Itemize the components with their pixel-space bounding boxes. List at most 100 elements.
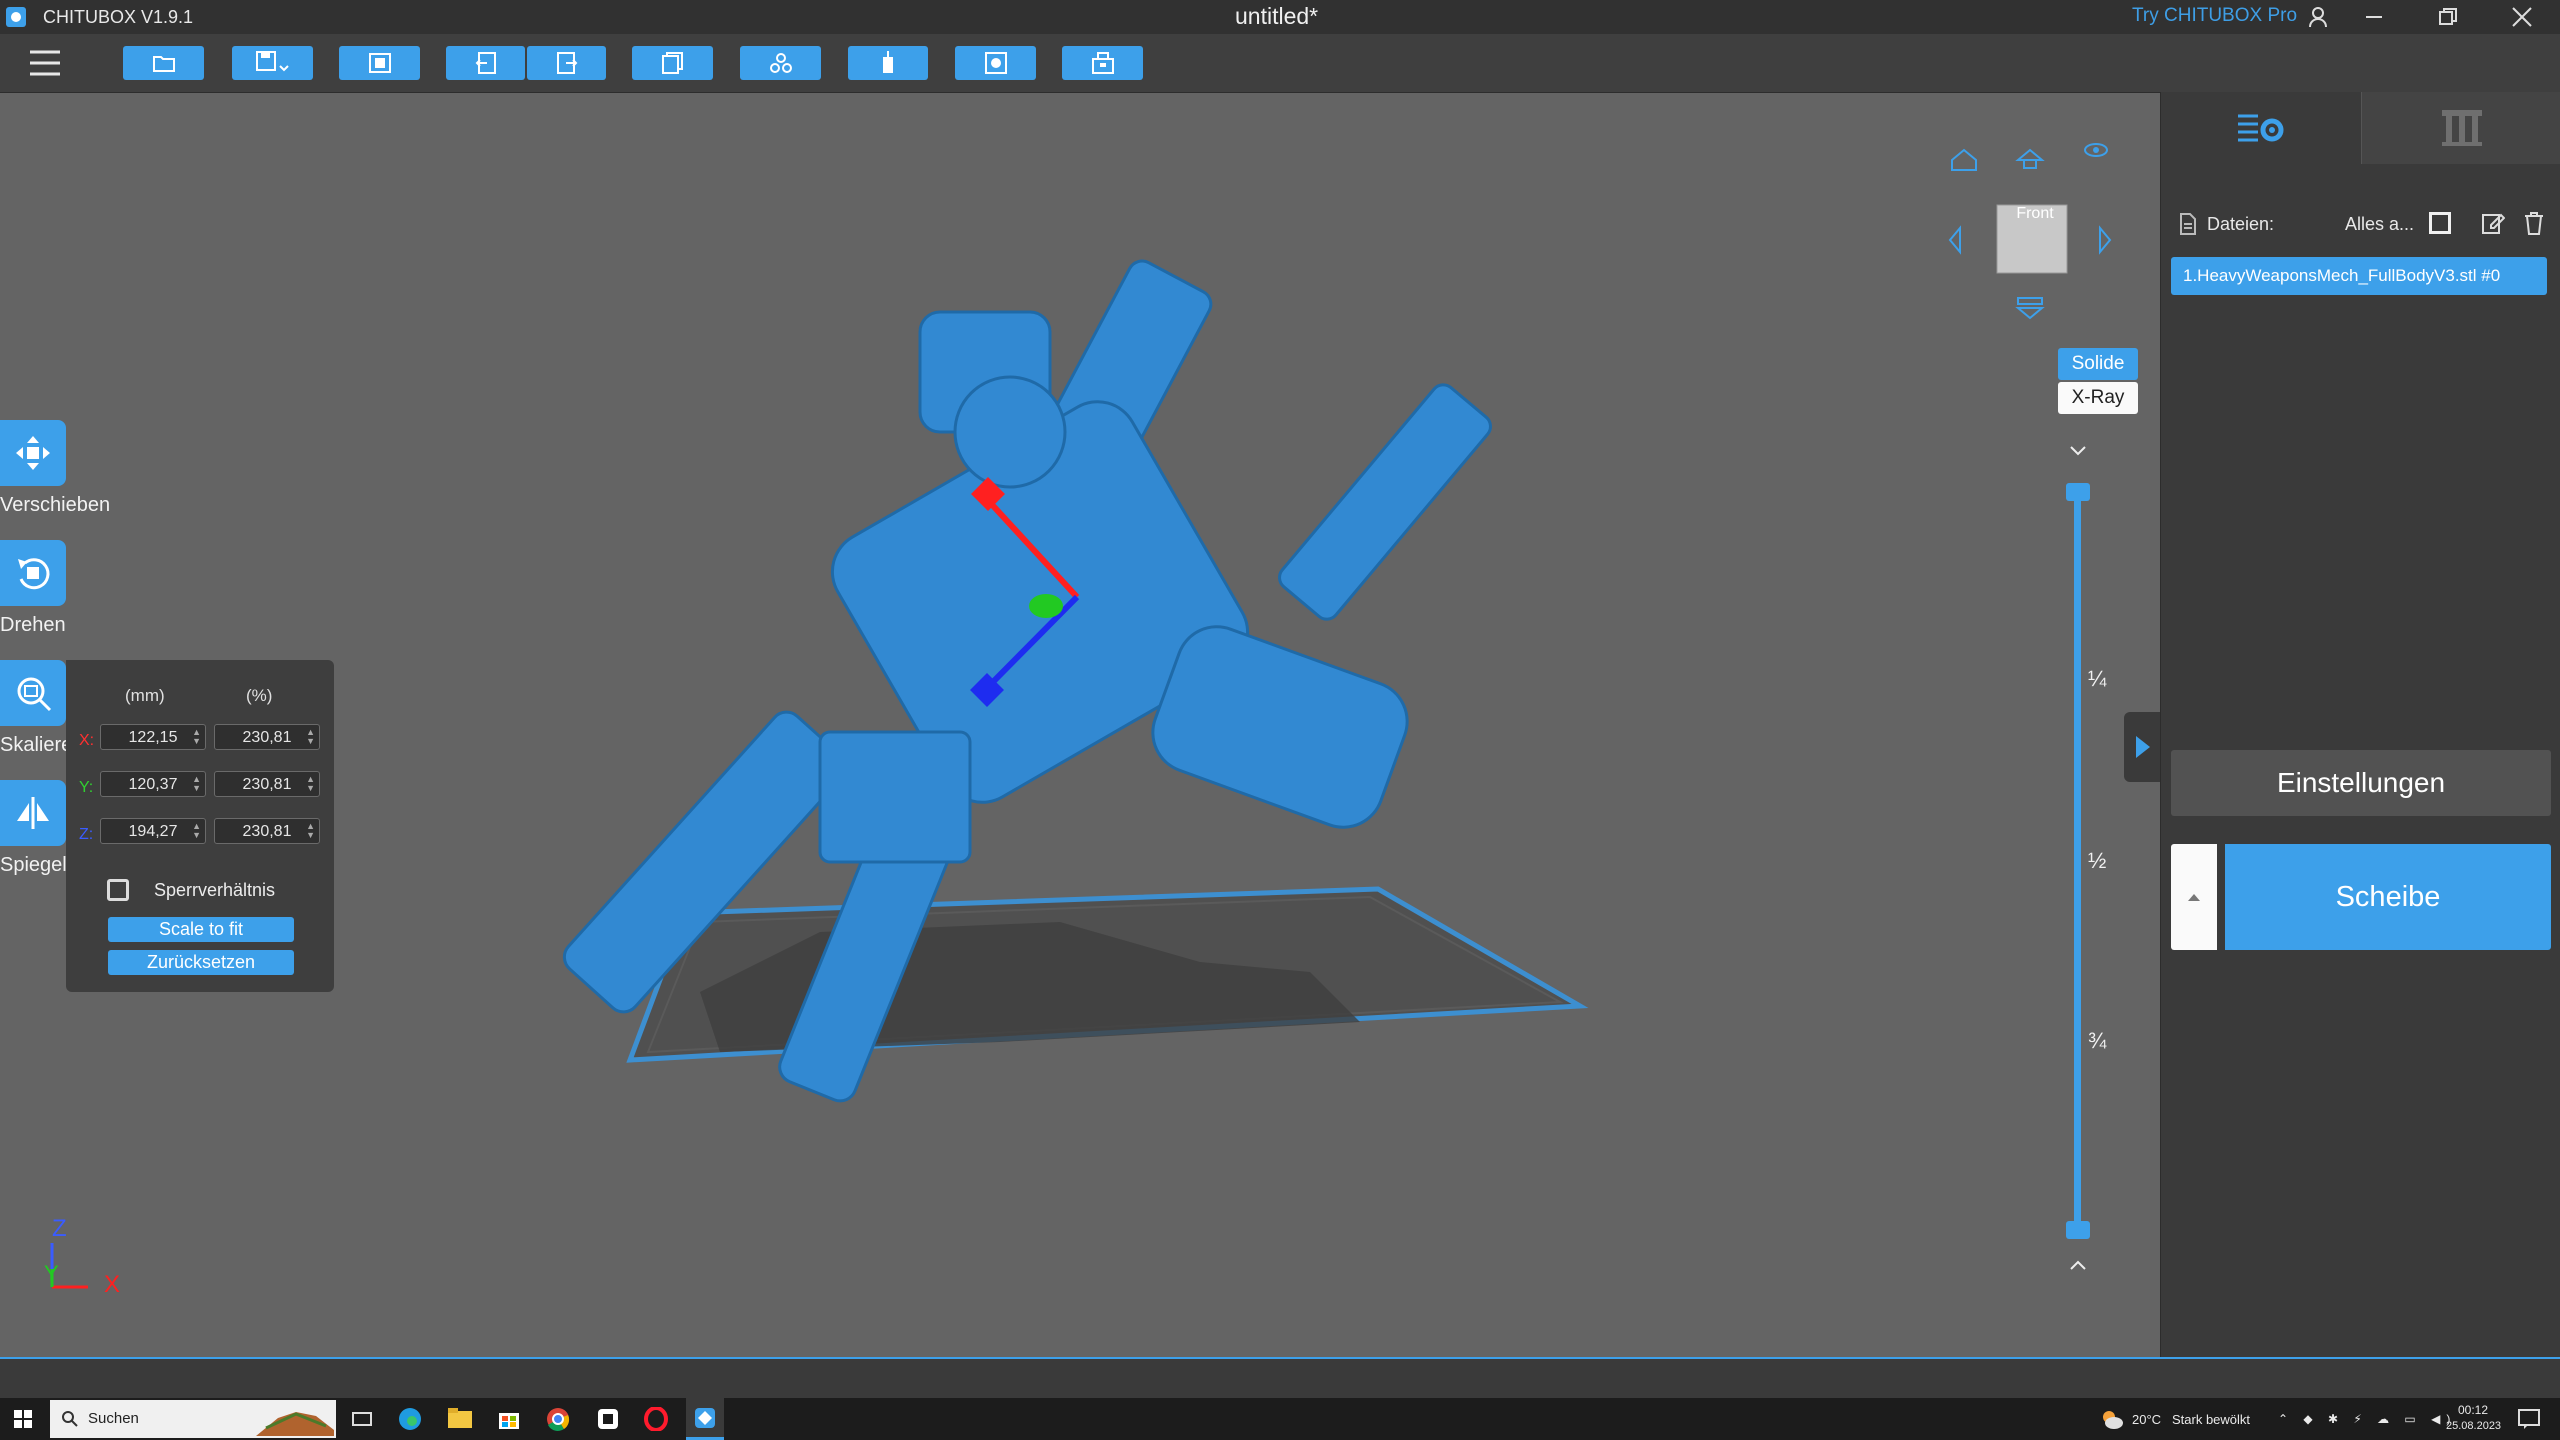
hollow-icon [984,52,1007,74]
tab-support[interactable] [2361,92,2560,164]
auto-layout-button[interactable] [339,46,420,80]
reset-button[interactable]: Zurücksetzen [108,950,294,975]
temperature-text: 20°C [2132,1412,2162,1427]
try-pro-link[interactable]: Try CHITUBOX Pro [2132,5,2297,27]
save-button[interactable] [232,46,313,80]
scale-tool-label: Skaliere [0,734,73,756]
opera-icon[interactable] [644,1407,668,1431]
tab-model-settings[interactable] [2161,92,2361,164]
layer-slider-top-handle[interactable] [2066,483,2090,501]
taskbar-search-box[interactable]: Suchen [50,1400,336,1438]
status-bar [0,1357,2560,1398]
app-title: CHITUBOX V1.9.1 [43,7,194,27]
scale-tool-button[interactable] [0,660,66,726]
minimize-button[interactable] [2344,0,2404,34]
slider-half-label: ½ [2088,848,2107,873]
weather-cloud-icon [2103,1411,2123,1429]
spinner-icon[interactable]: ▲ ▼ [306,728,315,746]
spinner-icon[interactable]: ▲ ▼ [306,822,315,840]
left-view-icon[interactable] [1948,225,1961,255]
notification-icon[interactable] [2518,1409,2540,1429]
y-axis-label: Y: [79,779,94,796]
xray-mode-button[interactable]: X-Ray [2058,382,2138,414]
chrome-icon[interactable] [546,1407,570,1431]
z-axis-letter: Z [52,1215,67,1242]
auto-layout-icon [368,53,391,73]
open-file-button[interactable] [123,46,204,80]
app-icon[interactable] [596,1407,620,1431]
z-percent-value: 230,81 [242,823,292,840]
mirror-tool-button[interactable] [0,780,66,846]
spinner-icon[interactable]: ▲ ▼ [192,822,201,840]
home-view-icon[interactable] [1951,148,1977,171]
user-icon [2309,7,2327,28]
panel-collapse-tab[interactable] [2124,712,2160,782]
arrange-button[interactable] [740,46,821,80]
rotate-tool-label: Drehen [0,614,66,636]
clock-date[interactable]: 25.08.2023 [2446,1420,2501,1432]
x-mm-input[interactable]: 122,15 ▲ ▼ [100,724,206,750]
task-view-icon[interactable] [352,1410,372,1428]
clock-time[interactable]: 00:12 [2458,1403,2488,1417]
copy-icon [661,52,683,74]
right-view-icon[interactable] [2099,225,2112,255]
windows-start-icon[interactable] [14,1410,32,1428]
y-percent-value: 230,81 [242,776,292,793]
rotate-tool-button[interactable] [0,540,66,606]
hamburger-menu-icon[interactable] [28,48,62,78]
layer-slider-bottom-handle[interactable] [2066,1221,2090,1239]
tray-icons[interactable]: ⌃ ◆ ✱ ⚡ ☁ ▭ ◀) [2278,1412,2456,1426]
solid-mode-button[interactable]: Solide [2058,348,2138,380]
close-icon [2512,7,2532,27]
title-bar: CHITUBOX V1.9.1 untitled* Try CHITUBOX P… [0,0,2560,34]
chevron-down-icon[interactable] [2068,444,2088,458]
scale-icon [17,677,52,712]
spinner-icon[interactable]: ▲ ▼ [192,775,201,793]
store-icon[interactable] [498,1408,520,1430]
caret-up-icon [2188,894,2200,901]
bottom-view-icon[interactable] [2015,307,2045,320]
move-tool-button[interactable] [0,420,66,486]
file-list-item[interactable]: 1.HeavyWeaponsMech_FullBodyV3.stl #0 [2171,257,2547,295]
spinner-icon[interactable]: ▲ ▼ [306,775,315,793]
slice-options-button[interactable] [2171,844,2217,950]
file-explorer-icon[interactable] [448,1408,472,1428]
lock-ratio-checkbox[interactable] [107,879,129,901]
z-axis-label: Z: [79,826,94,843]
user-account-button[interactable] [2288,0,2348,34]
y-axis-letter: Y [44,1261,59,1286]
top-view-icon[interactable] [2015,148,2045,161]
restore-button[interactable] [2418,0,2478,34]
restore-icon [2439,8,2457,25]
x-mm-value: 122,15 [128,729,178,746]
close-button[interactable] [2492,0,2552,34]
chevron-up-icon[interactable] [2068,1258,2088,1272]
copy-button[interactable] [632,46,713,80]
hollow-button[interactable] [955,46,1036,80]
print-button[interactable] [1062,46,1143,80]
edge-browser-icon[interactable] [398,1407,422,1431]
scale-to-fit-button[interactable]: Scale to fit [108,917,294,942]
files-label: Dateien: [2207,214,2275,234]
edit-icon[interactable] [2481,211,2505,235]
z-percent-input[interactable]: 230,81 ▲ ▼ [214,818,320,844]
select-all-checkbox[interactable] [2429,212,2451,234]
support-button[interactable] [848,46,928,80]
support-icon [883,51,893,73]
x-percent-input[interactable]: 230,81 ▲ ▼ [214,724,320,750]
x-percent-value: 230,81 [242,729,292,746]
y-percent-input[interactable]: 230,81 ▲ ▼ [214,771,320,797]
undo-button[interactable] [446,46,525,80]
slice-button[interactable]: Scheibe [2225,844,2551,950]
z-mm-input[interactable]: 194,27 ▲ ▼ [100,818,206,844]
search-placeholder: Suchen [88,1410,139,1427]
save-icon [255,51,289,72]
layer-slider-track[interactable] [2074,492,2081,1232]
y-mm-input[interactable]: 120,37 ▲ ▼ [100,771,206,797]
search-highlight-image [256,1412,334,1436]
chitubox-taskbar-button[interactable] [686,1398,724,1440]
redo-button[interactable] [527,46,606,80]
trash-icon[interactable] [2523,211,2545,235]
settings-button[interactable]: Einstellungen [2171,750,2551,816]
spinner-icon[interactable]: ▲ ▼ [192,728,201,746]
